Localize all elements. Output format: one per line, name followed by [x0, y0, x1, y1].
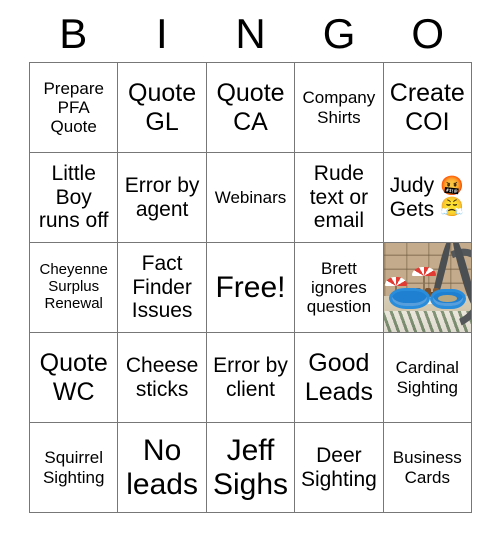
bingo-cell-n3[interactable]: Free!	[206, 243, 296, 333]
bingo-cell-n4[interactable]: Error by client	[206, 333, 296, 423]
bingo-cell-label: Error by agent	[124, 173, 200, 221]
bingo-cell-label: Little Boy runs off	[38, 161, 109, 233]
bingo-cell-label: Good Leads	[304, 349, 373, 406]
bingo-cell-label: Business Cards	[392, 448, 462, 487]
bingo-cell-o1[interactable]: Create COI	[383, 63, 472, 153]
bingo-cell-g3[interactable]: Brett ignores question	[295, 243, 384, 333]
bingo-cell-b2[interactable]: Little Boy runs off	[30, 153, 119, 243]
bingo-cell-g1[interactable]: Company Shirts	[295, 63, 384, 153]
bingo-cell-label: Jeff Sighs	[212, 433, 289, 501]
bingo-cell-label: Deer Sighting	[300, 443, 377, 491]
bingo-cell-label: Cheyenne Surplus Renewal	[39, 261, 108, 312]
bingo-cell-label: Free!	[215, 270, 286, 304]
bingo-cell-label: Webinars	[214, 187, 287, 207]
bingo-cell-label: Rude text or email	[309, 161, 369, 233]
bingo-cell-label: Create COI	[389, 79, 465, 136]
photo-pool	[388, 287, 430, 309]
bingo-cell-label: Quote WC	[39, 349, 108, 406]
photo-pool	[430, 288, 466, 309]
bingo-cell-n5[interactable]: Jeff Sighs	[206, 423, 296, 513]
bingo-cell-label: Error by client	[213, 353, 288, 401]
bingo-cell-label: Quote GL	[128, 79, 197, 136]
bingo-cell-b4[interactable]: Quote WC	[30, 333, 119, 423]
bingo-card: B I N G O Prepare PFA Quote Quote GL Quote…	[0, 0, 500, 544]
bingo-cell-b3[interactable]: Cheyenne Surplus Renewal	[30, 243, 119, 333]
bingo-cell-label: Cardinal Sighting	[395, 358, 459, 397]
bingo-grid: Prepare PFA Quote Quote GL Quote CA Company…	[29, 62, 472, 513]
bingo-cell-o4[interactable]: Cardinal Sighting	[383, 333, 472, 423]
bingo-cell-photo	[383, 243, 471, 332]
bingo-letter-b: B	[59, 10, 88, 57]
bingo-cell-label: Judy Gets	[389, 173, 435, 221]
bingo-header: B I N G O	[29, 8, 472, 60]
bingo-letter-g: G	[322, 10, 356, 57]
bingo-letter-i: I	[156, 10, 168, 57]
bingo-cell-i3[interactable]: Fact Finder Issues	[118, 243, 207, 333]
bingo-cell-i5[interactable]: No leads	[118, 423, 207, 513]
bingo-cell-label: Prepare PFA Quote	[43, 78, 104, 137]
bingo-cell-g5[interactable]: Deer Sighting	[295, 423, 384, 513]
bingo-cell-g2[interactable]: Rude text or email	[295, 153, 384, 243]
bingo-cell-label: Brett ignores question	[306, 258, 372, 317]
bingo-cell-label: Squirrel Sighting	[42, 448, 105, 487]
bingo-cell-label: Quote CA	[216, 79, 285, 136]
bingo-letter-n: N	[235, 10, 266, 57]
bingo-cell-label: Cheese sticks	[125, 353, 199, 401]
bingo-cell-i1[interactable]: Quote GL	[118, 63, 207, 153]
bingo-cell-g4[interactable]: Good Leads	[295, 333, 384, 423]
bingo-cell-o5[interactable]: Business Cards	[383, 423, 472, 513]
bingo-cell-emoji: 🤬😤	[440, 175, 465, 218]
bingo-cell-label: Company Shirts	[302, 88, 376, 127]
bingo-cell-n1[interactable]: Quote CA	[206, 63, 296, 153]
bingo-cell-label: No leads	[126, 433, 198, 501]
bingo-cell-i4[interactable]: Cheese sticks	[118, 333, 207, 423]
bingo-cell-b1[interactable]: Prepare PFA Quote	[30, 63, 119, 153]
bingo-cell-n2[interactable]: Webinars	[206, 153, 296, 243]
bingo-cell-b5[interactable]: Squirrel Sighting	[30, 423, 119, 513]
bingo-cell-o3[interactable]	[383, 243, 472, 333]
bingo-cell-label: Fact Finder Issues	[131, 251, 193, 323]
bingo-cell-i2[interactable]: Error by agent	[118, 153, 207, 243]
bingo-cell-o2[interactable]: Judy Gets 🤬😤	[383, 153, 472, 243]
bingo-letter-o: O	[411, 10, 444, 57]
